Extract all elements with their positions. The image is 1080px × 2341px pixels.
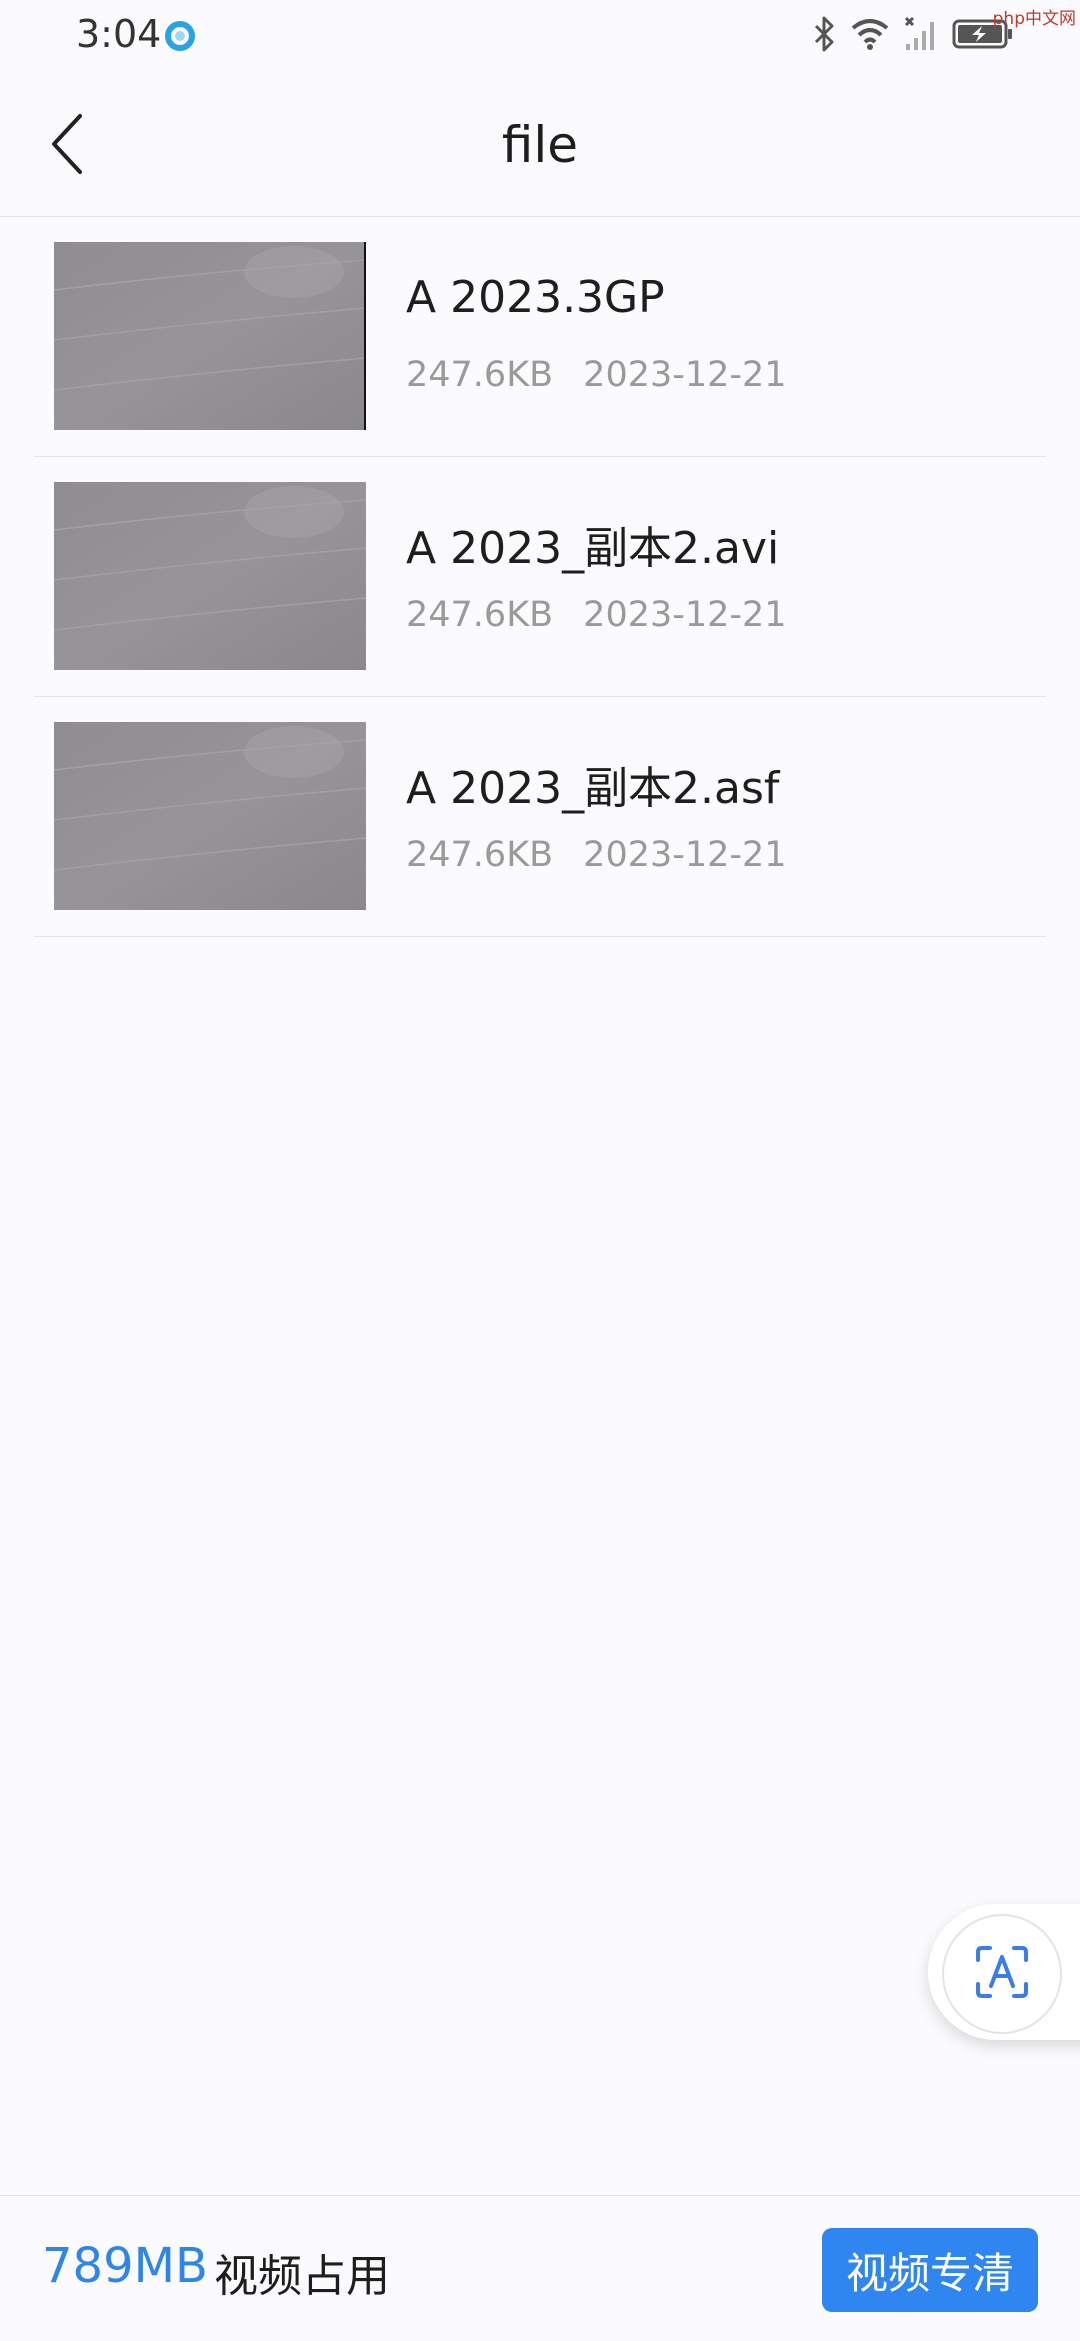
file-size: 247.6KB — [406, 835, 554, 875]
file-name: A 2023.3GP — [406, 272, 665, 323]
bluetooth-icon — [812, 14, 836, 58]
file-date: 2023-12-21 — [583, 355, 787, 395]
file-list-item[interactable]: A 2023_副本2.avi 247.6KB 2023-12-21 — [34, 457, 1046, 697]
file-size: 247.6KB — [406, 355, 554, 395]
video-thumbnail — [54, 482, 366, 670]
header: file — [0, 76, 1080, 217]
storage-usage-label: 视频占用 — [214, 2251, 390, 2302]
storage-usage-value: 789MB — [42, 2238, 208, 2294]
file-list-item[interactable]: A 2023_副本2.asf 247.6KB 2023-12-21 — [34, 697, 1046, 937]
float-button — [928, 1904, 1080, 2040]
blue-circle-icon — [164, 20, 196, 52]
file-list: A 2023.3GP 247.6KB 2023-12-21 A 2023_副本2… — [34, 217, 1046, 937]
file-list-item[interactable]: A 2023.3GP 247.6KB 2023-12-21 — [34, 217, 1046, 457]
file-meta: 247.6KB 2023-12-21 — [406, 835, 787, 875]
signal-icon — [904, 16, 938, 56]
wifi-icon — [850, 17, 890, 55]
text-scan-icon — [974, 1944, 1030, 2004]
file-meta: 247.6KB 2023-12-21 — [406, 595, 787, 635]
video-thumbnail — [54, 242, 366, 430]
status-icons — [812, 14, 1014, 58]
status-time: 3:04 — [76, 12, 162, 56]
status-bar: 3:04 php中文网 — [0, 0, 1080, 76]
file-size: 247.6KB — [406, 595, 554, 635]
file-name: A 2023_副本2.asf — [406, 763, 780, 814]
file-date: 2023-12-21 — [583, 835, 787, 875]
file-name: A 2023_副本2.avi — [406, 523, 780, 574]
page-title: file — [501, 116, 579, 174]
text-scan-button[interactable] — [942, 1914, 1062, 2034]
video-thumbnail — [54, 722, 366, 910]
watermark: php中文网 — [992, 9, 1076, 29]
file-meta: 247.6KB 2023-12-21 — [406, 355, 787, 395]
file-date: 2023-12-21 — [583, 595, 787, 635]
video-clean-button[interactable]: 视频专清 — [822, 2228, 1038, 2312]
bottom-bar: 789MB 视频占用 视频专清 — [0, 2195, 1080, 2341]
